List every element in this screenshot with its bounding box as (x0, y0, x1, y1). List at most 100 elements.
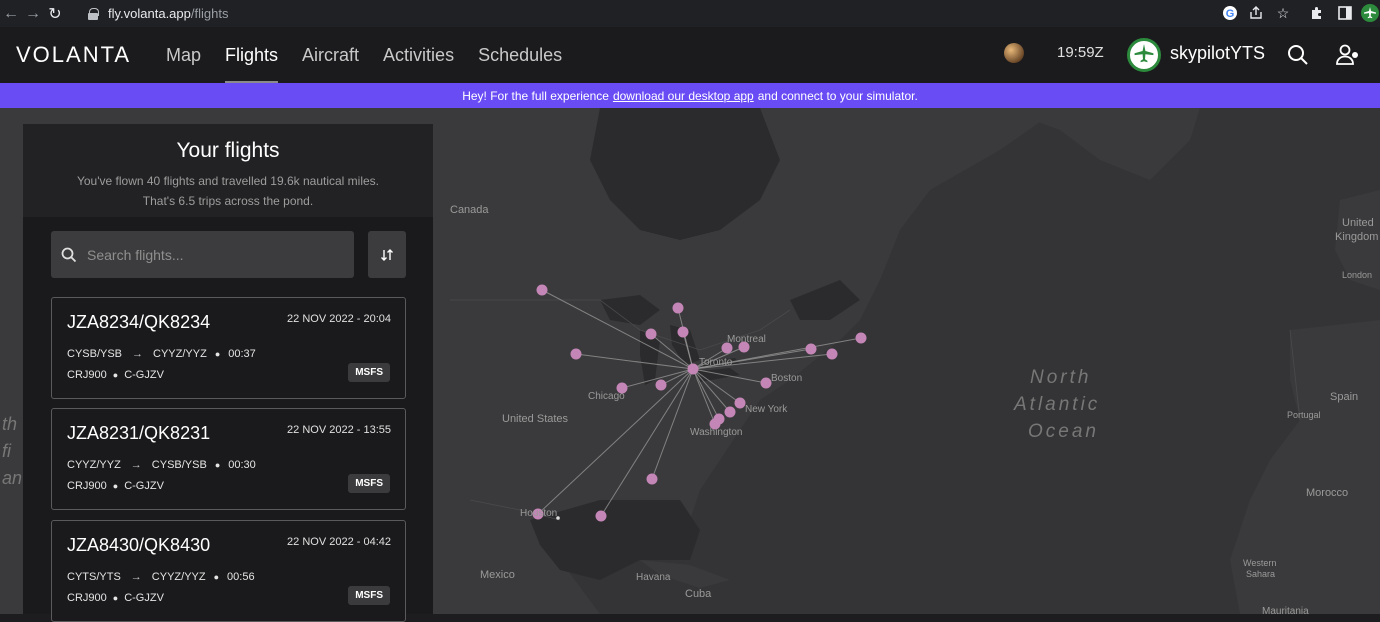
origin: CYSB/YSB (67, 348, 123, 360)
map-label-chicago: Chicago (588, 391, 625, 402)
aircraft-registration: C-GJZV (124, 592, 164, 604)
bookmark-star-icon[interactable]: ☆ (1273, 3, 1293, 23)
airport-marker[interactable] (655, 379, 667, 391)
flight-code: JZA8430/QK8430 (67, 535, 211, 555)
separator-dot-icon: ● (112, 481, 119, 491)
simulator-badge: MSFS (348, 363, 390, 382)
simulator-badge: MSFS (348, 586, 390, 605)
map-label-fragment-2: fi (2, 441, 12, 461)
search-box[interactable] (51, 231, 354, 278)
airport-marker[interactable] (805, 343, 817, 355)
airport-marker[interactable] (724, 406, 736, 418)
destination: CYYZ/YYZ (151, 571, 206, 583)
flight-card[interactable]: JZA8234/QK8234 22 NOV 2022 - 20:04 CYSB/… (51, 297, 406, 399)
nav-activities[interactable]: Activities (371, 27, 466, 83)
map-label-kingdom: Kingdom (1335, 231, 1378, 243)
utc-clock: 19:59Z (1057, 44, 1104, 61)
avatar[interactable] (1127, 38, 1161, 72)
map-label-morocco: Morocco (1306, 487, 1348, 499)
banner-text-suffix: and connect to your simulator. (757, 88, 918, 103)
map-label-toronto: Toronto (699, 357, 733, 368)
flight-code: JZA8231/QK8231 (67, 423, 211, 443)
desktop-app-banner: Hey! For the full experience download ou… (0, 83, 1380, 108)
flight-code: JZA8234/QK8234 (67, 312, 211, 332)
separator-dot-icon: ● (214, 349, 221, 359)
search-icon[interactable] (1284, 41, 1312, 69)
map-label-london: London (1342, 270, 1372, 280)
username[interactable]: skypilotYTS (1170, 43, 1265, 64)
reload-icon[interactable]: ↻ (44, 3, 66, 25)
sort-arrows-icon (381, 248, 393, 261)
aircraft-type: CRJ900 (67, 592, 107, 604)
airport-marker[interactable] (645, 328, 657, 340)
origin: CYTS/YTS (67, 571, 121, 583)
flight-aircraft: CRJ900 ● C-GJZV (67, 592, 164, 604)
share-icon[interactable] (1246, 3, 1266, 23)
airport-marker[interactable] (570, 348, 582, 360)
flight-route: CYSB/YSB → CYYZ/YYZ ● 00:37 (67, 348, 256, 360)
app-header: VOLANTA Map Flights Aircraft Activities … (0, 27, 1380, 83)
globe-icon[interactable] (1004, 43, 1024, 63)
address-bar[interactable]: fly.volanta.app/flights (70, 2, 1210, 25)
nav-aircraft[interactable]: Aircraft (290, 27, 371, 83)
svg-text:G: G (1226, 8, 1235, 20)
lock-icon (88, 7, 99, 20)
pond-trips: That's 6.5 trips across the pond. (142, 194, 314, 208)
flight-date: 22 NOV 2022 - 13:55 (287, 424, 391, 436)
airport-marker[interactable] (677, 326, 689, 338)
flight-card[interactable]: JZA8430/QK8430 22 NOV 2022 - 04:42 CYTS/… (51, 520, 406, 622)
nav-schedules[interactable]: Schedules (466, 27, 574, 83)
panel-subtitle: You've flown 40 flights and travelled 19… (23, 171, 433, 211)
download-desktop-app-link[interactable]: download our desktop app (613, 89, 754, 103)
extensions-icon[interactable] (1307, 3, 1327, 23)
origin: CYYZ/YYZ (67, 459, 121, 471)
back-arrow-icon[interactable]: ← (0, 3, 22, 25)
separator-dot-icon: ● (112, 593, 119, 603)
airport-marker[interactable] (826, 348, 838, 360)
map-label-north: North (1030, 367, 1091, 388)
airport-marker[interactable] (855, 332, 867, 344)
flights-panel: Your flights You've flown 40 flights and… (23, 124, 433, 622)
panel-header: Your flights You've flown 40 flights and… (23, 124, 433, 217)
map-label-atlantic: Atlantic (1013, 394, 1100, 415)
airport-marker[interactable] (760, 377, 772, 389)
user-settings-icon[interactable] (1334, 41, 1362, 69)
flight-date: 22 NOV 2022 - 20:04 (287, 313, 391, 325)
flight-card[interactable]: JZA8231/QK8231 22 NOV 2022 - 13:55 CYYZ/… (51, 408, 406, 510)
map-label-cuba: Cuba (685, 588, 712, 600)
airport-marker[interactable] (672, 302, 684, 314)
map-label-spain: Spain (1330, 391, 1358, 403)
arrow-right-icon: → (130, 571, 142, 583)
browser-toolbar: ← → ↻ fly.volanta.app/flights G ☆ (0, 0, 1380, 27)
sort-button[interactable] (368, 231, 406, 278)
side-panel-icon[interactable] (1335, 3, 1355, 23)
flight-route: CYTS/YTS → CYYZ/YYZ ● 00:56 (67, 571, 255, 583)
search-flights-input[interactable] (87, 246, 337, 263)
map-label-havana: Havana (636, 572, 671, 583)
flight-duration: 00:37 (228, 348, 256, 360)
profile-icon[interactable] (1360, 3, 1380, 23)
nav-flights[interactable]: Flights (213, 27, 290, 83)
url-host: fly.volanta.app (108, 6, 191, 21)
map-label-portugal: Portugal (1287, 410, 1321, 420)
airport-marker[interactable] (687, 363, 699, 375)
url-path: /flights (190, 6, 229, 21)
airport-marker[interactable] (646, 473, 658, 485)
nav-map[interactable]: Map (154, 27, 213, 83)
separator-dot-icon: ● (213, 572, 220, 582)
flight-duration: 00:56 (227, 571, 255, 583)
destination: CYSB/YSB (151, 459, 207, 471)
airport-marker[interactable] (536, 284, 548, 296)
map-label-montreal: Montreal (727, 334, 766, 345)
map-label-canada: Canada (450, 204, 489, 216)
map-label-new-york: New York (745, 404, 788, 415)
aircraft-type: CRJ900 (67, 369, 107, 381)
aircraft-registration: C-GJZV (124, 369, 164, 381)
volanta-logo[interactable]: VOLANTA (16, 42, 154, 68)
houston-dot (556, 516, 560, 520)
forward-arrow-icon[interactable]: → (22, 3, 44, 25)
google-icon[interactable]: G (1220, 3, 1240, 23)
separator-dot-icon: ● (112, 370, 119, 380)
airport-marker[interactable] (734, 397, 746, 409)
airport-marker[interactable] (595, 510, 607, 522)
